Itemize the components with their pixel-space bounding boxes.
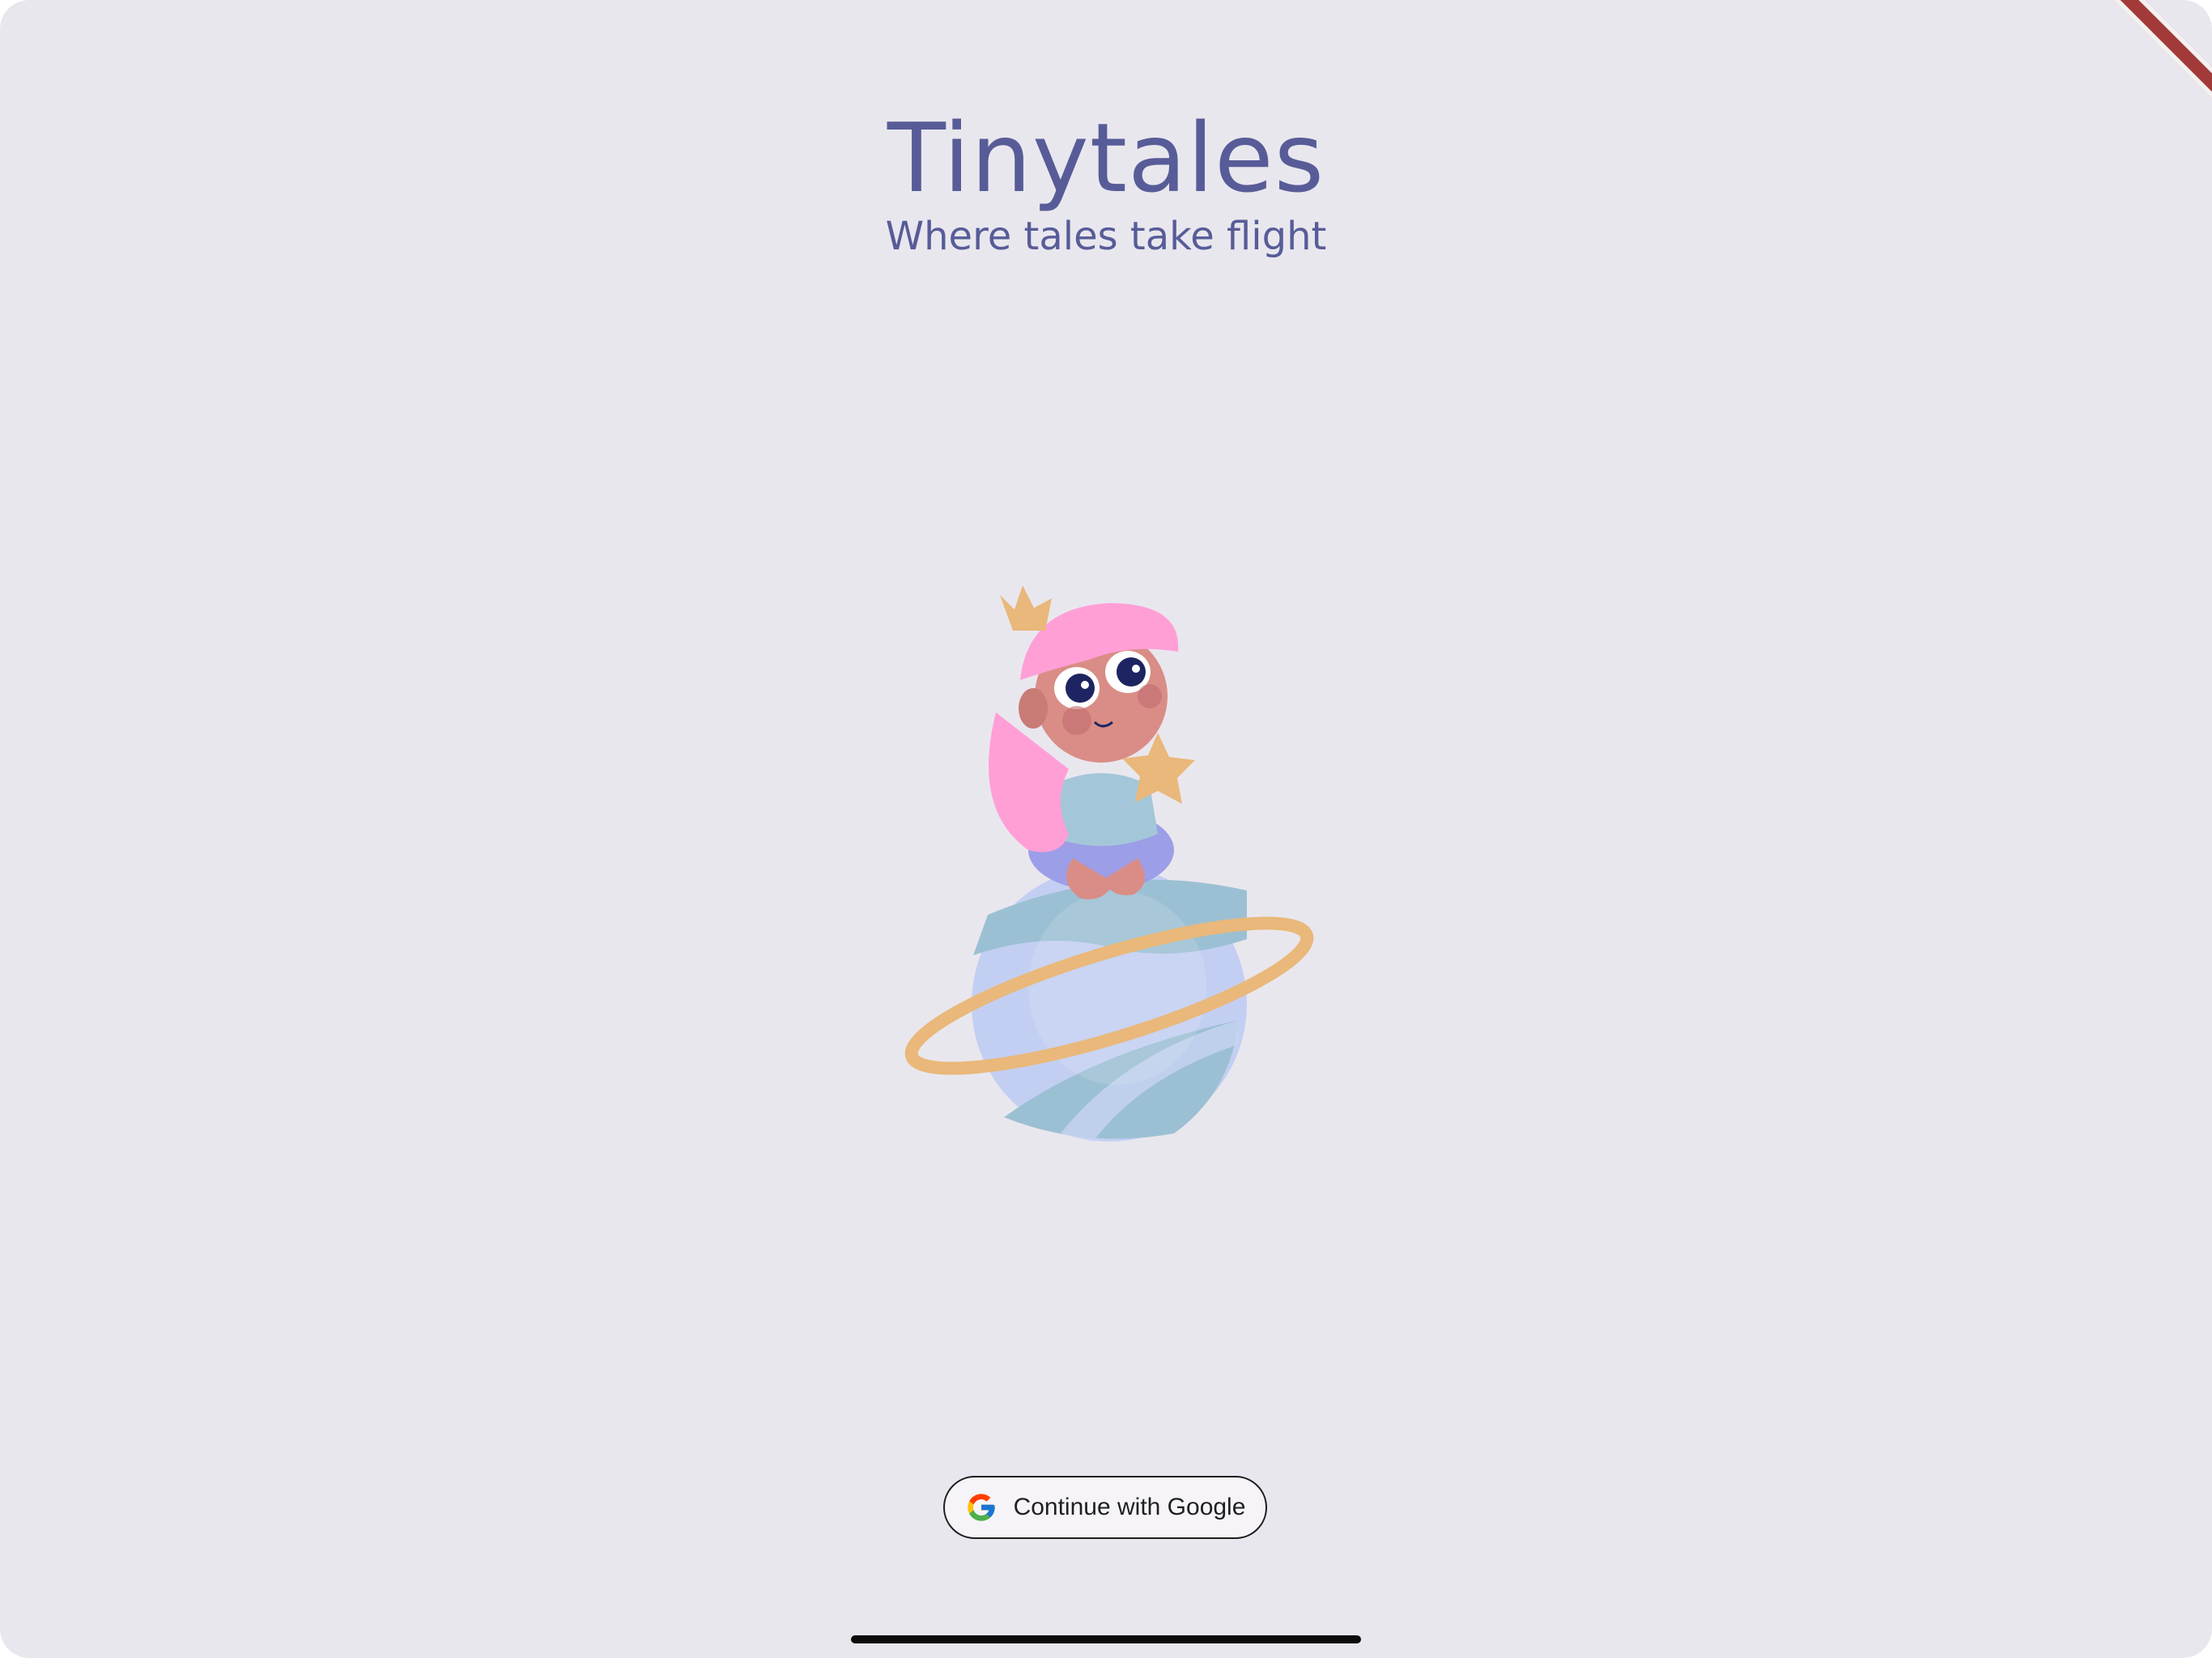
app-tagline: Where tales take flight	[885, 214, 1327, 259]
girl-figure	[989, 585, 1195, 899]
home-indicator[interactable]	[851, 1635, 1361, 1643]
google-button-label: Continue with Google	[1013, 1494, 1246, 1520]
hero-illustration	[904, 585, 1314, 1141]
debug-banner	[2073, 0, 2212, 108]
continue-with-google-button[interactable]: Continue with Google	[943, 1476, 1267, 1539]
google-g-icon	[967, 1494, 995, 1521]
app-screen: Tinytales Where tales take flight Contin…	[0, 0, 2212, 1658]
app-title: Tinytales	[887, 102, 1325, 214]
